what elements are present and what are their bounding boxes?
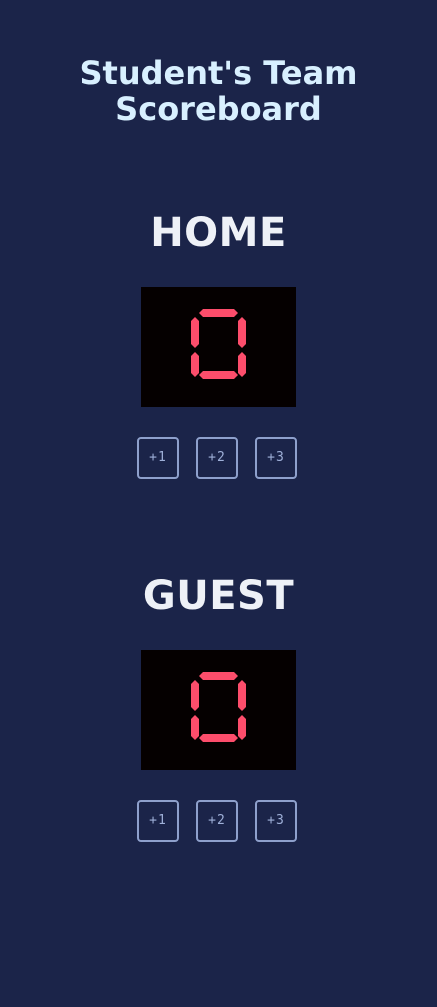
home-score-digit (191, 309, 246, 379)
home-score-buttons: +1 +2 +3 (137, 437, 300, 481)
home-team-name: HOME (150, 210, 287, 256)
home-add-1-button[interactable]: +1 (137, 437, 179, 479)
home-score-display: 0 (141, 287, 296, 407)
guest-score-display: 0 (141, 650, 296, 770)
guest-add-3-button[interactable]: +3 (255, 800, 297, 842)
guest-team-name: GUEST (142, 573, 295, 619)
home-add-3-button[interactable]: +3 (255, 437, 297, 479)
home-team-panel: HOME 0 +1 +2 +3 (0, 210, 437, 479)
guest-score-buttons: +1 +2 +3 (137, 800, 300, 844)
guest-team-panel: GUEST 0 +1 +2 +3 (0, 573, 437, 842)
page-title: Student's Team Scoreboard (79, 54, 358, 128)
home-add-2-button[interactable]: +2 (196, 437, 238, 479)
guest-add-1-button[interactable]: +1 (137, 800, 179, 842)
guest-score-digit (191, 672, 246, 742)
guest-add-2-button[interactable]: +2 (196, 800, 238, 842)
